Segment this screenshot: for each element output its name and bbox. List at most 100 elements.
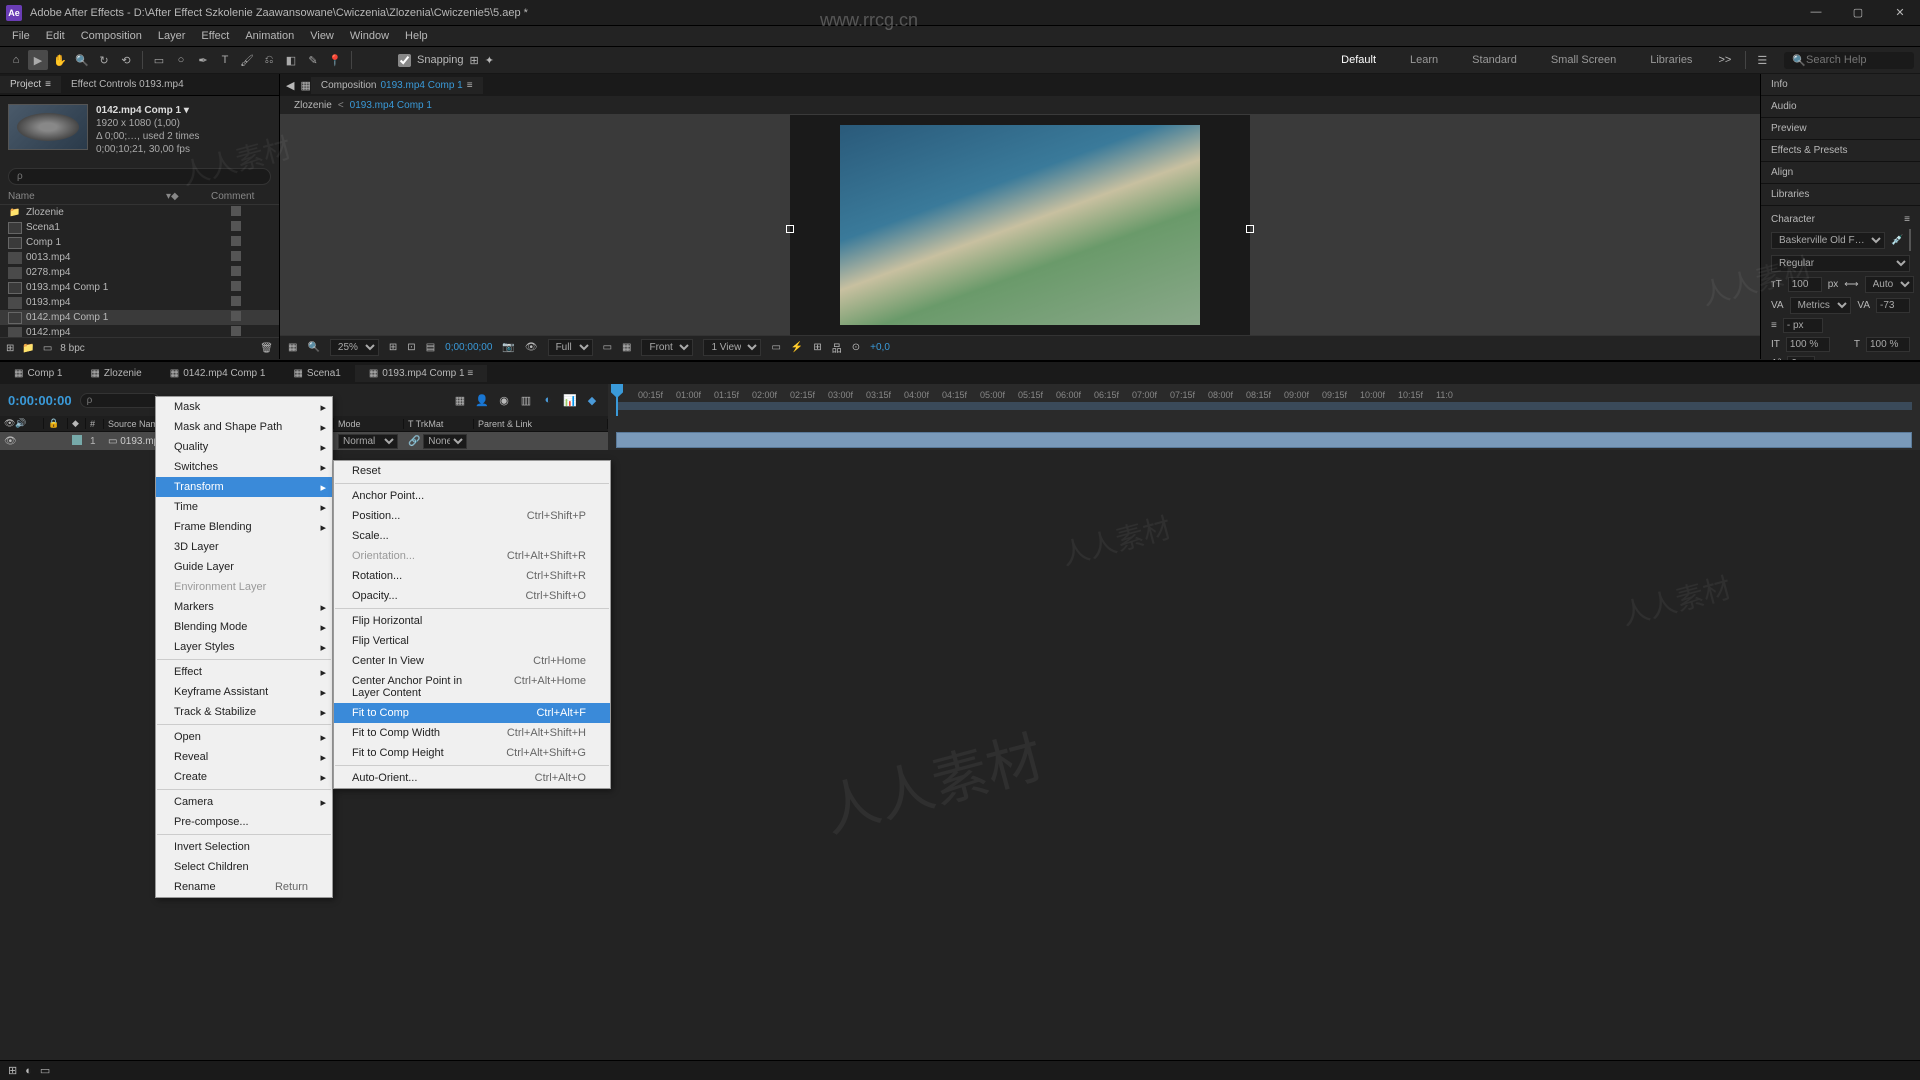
transparency-icon[interactable]: ▦ <box>622 342 631 353</box>
project-item[interactable]: 0278.mp4 <box>0 265 279 280</box>
snap-mode-icon-2[interactable]: ✦ <box>485 54 494 67</box>
label-color-swatch[interactable] <box>231 266 241 276</box>
menu-file[interactable]: File <box>4 28 38 44</box>
resize-handle-left[interactable] <box>786 225 794 233</box>
menu-item-keyframe-assistant[interactable]: Keyframe Assistant▸ <box>156 682 332 702</box>
timeline-tab[interactable]: ▦ Scena1 <box>279 365 354 382</box>
trash-icon[interactable]: 🗑 <box>260 343 273 354</box>
toggle-modes-icon[interactable]: ◐ <box>25 1065 32 1077</box>
rect-tool[interactable]: ▭ <box>149 50 169 70</box>
fill-color-swatch[interactable] <box>1909 229 1911 251</box>
workspace-small-screen[interactable]: Small Screen <box>1535 50 1632 70</box>
panel-align[interactable]: Align <box>1761 162 1920 184</box>
menu-animation[interactable]: Animation <box>237 28 302 44</box>
menu-item-auto-orient-[interactable]: Auto-Orient...Ctrl+Alt+O <box>334 768 610 788</box>
clone-tool[interactable]: ⎌ <box>259 50 279 70</box>
menu-item-rename[interactable]: RenameReturn <box>156 877 332 897</box>
project-item[interactable]: 0013.mp4 <box>0 250 279 265</box>
panel-libraries[interactable]: Libraries <box>1761 184 1920 206</box>
menu-item-create[interactable]: Create▸ <box>156 767 332 787</box>
timeline-search[interactable] <box>80 393 160 408</box>
toggle-switches-icon[interactable]: ⊞ <box>8 1064 17 1077</box>
panel-menu-icon[interactable]: ≡ <box>1904 214 1910 225</box>
roi-icon[interactable]: ▭ <box>603 342 612 353</box>
menu-window[interactable]: Window <box>342 28 397 44</box>
eraser-tool[interactable]: ◧ <box>281 50 301 70</box>
menu-item-flip-horizontal[interactable]: Flip Horizontal <box>334 611 610 631</box>
tab-project[interactable]: Project≡ <box>0 76 61 93</box>
reset-exposure-icon[interactable]: ⊙ <box>852 342 860 353</box>
fast-preview-icon[interactable]: ⚡ <box>791 342 803 353</box>
transform-submenu[interactable]: ResetAnchor Point...Position...Ctrl+Shif… <box>333 460 611 789</box>
ellipse-tool[interactable]: ○ <box>171 50 191 70</box>
label-color-swatch[interactable] <box>231 296 241 306</box>
project-item[interactable]: Scena1 <box>0 220 279 235</box>
menu-item-rotation-[interactable]: Rotation...Ctrl+Shift+R <box>334 566 610 586</box>
menu-view[interactable]: View <box>302 28 342 44</box>
project-item[interactable]: 0142.mp4 Comp 1 <box>0 310 279 325</box>
show-snapshot-icon[interactable]: 👁 <box>525 342 538 353</box>
graph-editor-icon[interactable]: 📊 <box>562 392 578 408</box>
timeline-tab[interactable]: ▦ Comp 1 <box>0 365 76 382</box>
menu-item-center-anchor-point-in-layer-content[interactable]: Center Anchor Point in Layer ContentCtrl… <box>334 671 610 703</box>
col-tag[interactable]: ◆ <box>171 191 211 202</box>
panel-menu-icon[interactable]: ☰ <box>1752 50 1772 70</box>
vscale-input[interactable] <box>1786 337 1830 352</box>
label-color-swatch[interactable] <box>231 251 241 261</box>
snap-mode-icon[interactable]: ⊞ <box>470 54 479 67</box>
search-input[interactable] <box>1806 54 1906 66</box>
tab-effect-controls[interactable]: Effect Controls 0193.mp4 <box>61 76 194 93</box>
hscale-input[interactable] <box>1866 337 1910 352</box>
menu-item-effect[interactable]: Effect▸ <box>156 662 332 682</box>
channel-icon[interactable]: ▤ <box>426 342 435 353</box>
snapping-checkbox[interactable] <box>398 54 411 67</box>
panel-info[interactable]: Info <box>1761 74 1920 96</box>
stroke-input[interactable] <box>1783 318 1823 333</box>
panel-preview[interactable]: Preview <box>1761 118 1920 140</box>
motion-blur-icon[interactable]: ◐ <box>540 392 556 408</box>
toggle-in-out-icon[interactable]: ▭ <box>40 1064 50 1077</box>
resize-handle-right[interactable] <box>1246 225 1254 233</box>
project-item[interactable]: 0142.mp4 <box>0 325 279 337</box>
menu-item-fit-to-comp[interactable]: Fit to CompCtrl+Alt+F <box>334 703 610 723</box>
menu-item-flip-vertical[interactable]: Flip Vertical <box>334 631 610 651</box>
blend-mode-select[interactable]: Normal <box>338 434 398 449</box>
panel-audio[interactable]: Audio <box>1761 96 1920 118</box>
layer-context-menu[interactable]: Mask▸Mask and Shape Path▸Quality▸Switche… <box>155 396 333 898</box>
workspace-learn[interactable]: Learn <box>1394 50 1454 70</box>
menu-item-quality[interactable]: Quality▸ <box>156 437 332 457</box>
panel-effects-presets[interactable]: Effects & Presets <box>1761 140 1920 162</box>
menu-item-3d-layer[interactable]: 3D Layer <box>156 537 332 557</box>
type-tool[interactable]: T <box>215 50 235 70</box>
menu-item-open[interactable]: Open▸ <box>156 727 332 747</box>
kerning-select[interactable]: Metrics <box>1790 297 1851 314</box>
timeline-tab[interactable]: ▦ 0142.mp4 Comp 1 <box>156 365 280 382</box>
menu-effect[interactable]: Effect <box>193 28 237 44</box>
project-item[interactable]: Comp 1 <box>0 235 279 250</box>
comp-mini-icon[interactable]: ▦ <box>452 392 468 408</box>
menu-item-scale-[interactable]: Scale... <box>334 526 610 546</box>
project-item[interactable]: Zlozenie <box>0 205 279 220</box>
menu-item-frame-blending[interactable]: Frame Blending▸ <box>156 517 332 537</box>
menu-item-mask-and-shape-path[interactable]: Mask and Shape Path▸ <box>156 417 332 437</box>
label-color-swatch[interactable] <box>231 236 241 246</box>
hand-tool[interactable]: ✋ <box>50 50 70 70</box>
maximize-button[interactable]: ▢ <box>1844 6 1872 19</box>
resolution-select[interactable]: Full <box>548 339 593 356</box>
work-area-bar[interactable] <box>616 402 1912 410</box>
font-family-select[interactable]: Baskerville Old F… <box>1771 232 1885 249</box>
timeline-icon[interactable]: ⊞ <box>813 342 821 353</box>
puppet-tool[interactable]: 📍 <box>325 50 345 70</box>
menu-item-camera[interactable]: Camera▸ <box>156 792 332 812</box>
timeline-tab[interactable]: ▦ Zlozenie <box>76 365 155 382</box>
workspace-libraries[interactable]: Libraries <box>1634 50 1708 70</box>
menu-help[interactable]: Help <box>397 28 436 44</box>
rotate-tool[interactable]: ⟲ <box>116 50 136 70</box>
pixel-aspect-icon[interactable]: ▭ <box>771 342 780 353</box>
label-color-swatch[interactable] <box>231 326 241 336</box>
draft3d-icon[interactable]: ◉ <box>496 392 512 408</box>
tracking-input[interactable] <box>1876 298 1910 313</box>
col-name[interactable]: Name <box>8 191 35 202</box>
workspace-menu[interactable]: >> <box>1710 54 1739 66</box>
eyedropper-icon[interactable]: 💉 <box>1891 235 1903 246</box>
